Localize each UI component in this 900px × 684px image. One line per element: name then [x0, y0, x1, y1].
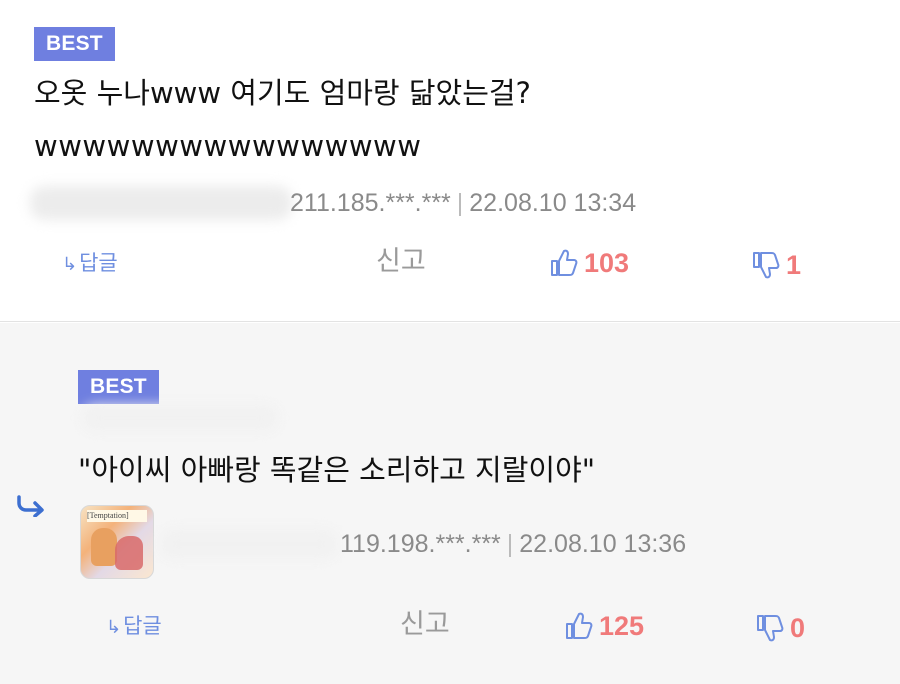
- comment-meta: 119.198.***.*** | 22.08.10 13:36: [340, 529, 686, 559]
- ip-address: 211.185.***.***: [290, 189, 451, 217]
- comment-item: BEST 오옷 누나www 여기도 엄마랑 닮았는걸? wwwwwwwwwwww…: [0, 0, 900, 322]
- best-badge: BEST: [78, 370, 159, 404]
- meta-separator: |: [506, 530, 514, 558]
- like-button[interactable]: 125: [565, 610, 644, 642]
- comment-text-line: wwwwwwwwwwwwwwww: [34, 129, 422, 163]
- dislike-button[interactable]: 0: [756, 612, 805, 644]
- redacted-nickname: [82, 405, 278, 431]
- reply-button-label: 답글: [123, 614, 162, 638]
- thumbs-up-icon: [551, 249, 578, 276]
- like-count: 103: [584, 248, 630, 278]
- comment-text-line: 오옷 누나www 여기도 엄마랑 닮았는걸?: [34, 76, 531, 110]
- reply-button[interactable]: ↳답글: [106, 613, 162, 641]
- redacted-nickname: [30, 186, 292, 220]
- reply-button[interactable]: ↳답글: [62, 250, 118, 278]
- thumbs-up-icon: [566, 612, 593, 639]
- comment-meta: 211.185.***.*** | 22.08.10 13:34: [290, 188, 636, 218]
- report-button[interactable]: 신고: [376, 246, 426, 278]
- report-button[interactable]: 신고: [400, 609, 450, 641]
- comment-text: "아이씨 아빠랑 똑같은 소리하고 지랄이야": [78, 453, 596, 487]
- reply-comment-item: BEST "아이씨 아빠랑 똑같은 소리하고 지랄이야" [Temptation…: [0, 323, 900, 684]
- avatar-figure: [115, 536, 143, 570]
- dislike-count: 0: [790, 613, 806, 643]
- meta-separator: |: [456, 189, 464, 217]
- reply-button-label: 답글: [79, 251, 118, 275]
- reply-arrow-icon: ↳: [106, 617, 122, 638]
- ip-address: 119.198.***.***: [340, 530, 501, 558]
- redacted-nickname: [160, 529, 338, 559]
- avatar[interactable]: [Temptation]: [80, 505, 154, 579]
- dislike-button[interactable]: 1: [752, 249, 801, 281]
- like-button[interactable]: 103: [550, 247, 629, 279]
- thumbs-down-icon: [757, 615, 784, 642]
- nested-reply-arrow-icon: [17, 495, 44, 517]
- thumbs-down-icon: [753, 252, 780, 279]
- dislike-count: 1: [786, 250, 802, 280]
- reply-arrow-icon: ↳: [62, 254, 78, 275]
- timestamp: 22.08.10 13:34: [469, 189, 637, 217]
- timestamp: 22.08.10 13:36: [519, 530, 687, 558]
- avatar-tag: [Temptation]: [87, 510, 147, 522]
- best-badge: BEST: [34, 27, 115, 61]
- avatar-figure: [91, 528, 117, 566]
- like-count: 125: [599, 611, 645, 641]
